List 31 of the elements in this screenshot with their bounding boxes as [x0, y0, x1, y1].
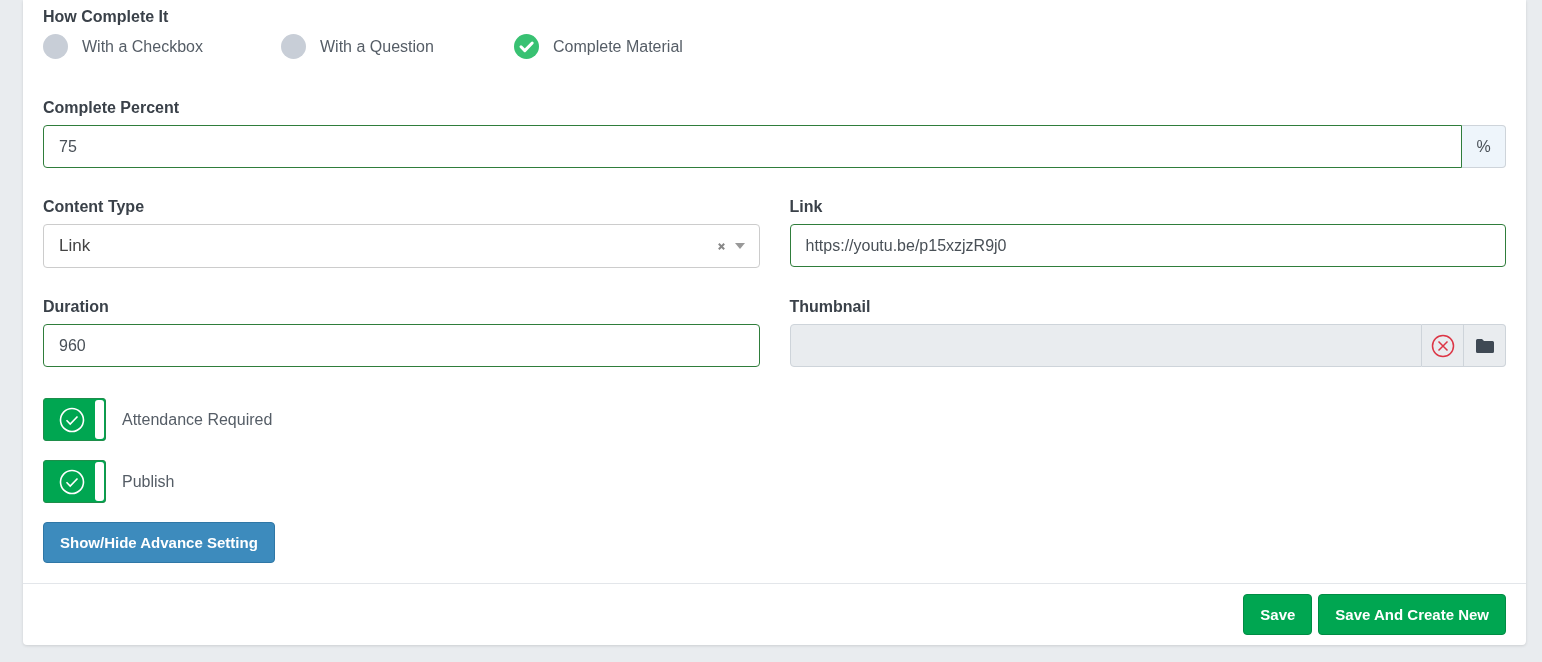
radio-label: With a Question: [320, 37, 434, 56]
clear-circle-icon: [1430, 333, 1455, 358]
thumbnail-field[interactable]: [789, 324, 1422, 367]
clear-icon[interactable]: [716, 241, 726, 251]
clear-button[interactable]: [1422, 324, 1464, 367]
caret-icon: [734, 243, 745, 249]
content-type-select[interactable]: Link: [43, 224, 760, 268]
toggle-switch[interactable]: [43, 398, 106, 441]
field-label: Link: [789, 198, 824, 216]
toggle-switch[interactable]: [43, 460, 106, 503]
field-label: Thumbnail: [789, 298, 872, 316]
toggle-label: Publish: [122, 472, 175, 491]
folder-icon: [1475, 338, 1494, 353]
toggle-label: Attendance Required: [122, 410, 273, 429]
percent-addon: %: [1462, 125, 1506, 168]
duration-input[interactable]: 960: [43, 324, 760, 367]
field-label: Duration: [43, 298, 110, 316]
percent-input[interactable]: 75: [43, 125, 1462, 168]
check-circle-icon: [59, 406, 85, 433]
advance-settings-button[interactable]: Show/Hide Advance Setting: [43, 522, 275, 563]
field-label: Complete Percent: [43, 99, 181, 117]
field-label: How Complete It: [43, 8, 170, 26]
field-label: Content Type: [43, 198, 146, 216]
check-circle-icon: [59, 468, 85, 495]
folder-button[interactable]: [1464, 324, 1506, 367]
checked-radio-icon[interactable]: [514, 34, 539, 59]
link-input[interactable]: https://youtu.be/p15xzjzR9j0: [789, 224, 1506, 267]
radio-label: With a Checkbox: [82, 37, 203, 56]
radio-label: Complete Material: [553, 37, 683, 56]
radio-icon[interactable]: [43, 34, 68, 59]
radio-icon[interactable]: [281, 34, 306, 59]
